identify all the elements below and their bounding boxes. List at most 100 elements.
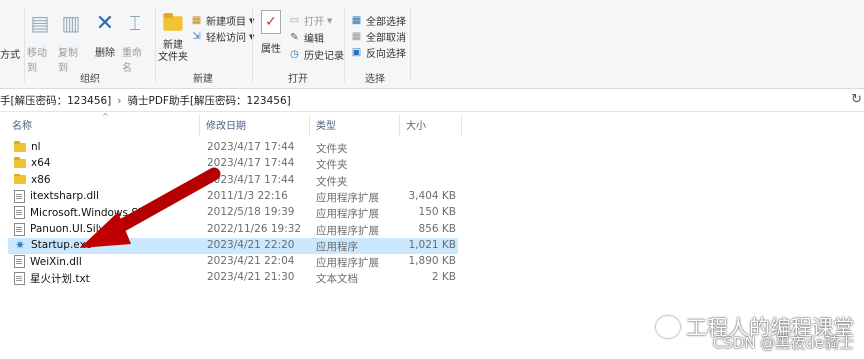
delete-button[interactable]: ✕ 删除 xyxy=(94,10,116,60)
new-item-label: 新建项目 xyxy=(206,17,246,28)
edit-button[interactable]: ✎ 编辑 xyxy=(288,30,324,45)
column-divider[interactable] xyxy=(399,114,400,136)
breadcrumb-segment[interactable]: 手[解压密码：123456] xyxy=(0,95,111,107)
history-label: 历史记录 xyxy=(304,51,344,62)
file-type: 应用程序扩展 xyxy=(316,224,379,237)
file-icon xyxy=(14,255,25,269)
file-type: 文件夹 xyxy=(316,175,348,188)
file-date: 2022/11/26 19:32 xyxy=(207,222,302,235)
file-date: 2023/4/17 17:44 xyxy=(207,157,295,170)
file-icon xyxy=(14,189,25,203)
invert-selection-icon: ▣ xyxy=(351,47,362,58)
column-divider[interactable] xyxy=(199,114,200,136)
breadcrumb-segment[interactable]: 骑士PDF助手[解压密码：123456] xyxy=(127,95,290,107)
file-name: Panuon.UI.Silver xyxy=(30,223,116,235)
file-row[interactable]: Microsoft.Windows.Sh 2012/5/18 19:39 应用程序扩… xyxy=(8,205,458,221)
file-row[interactable]: itextsharp.dll 2011/1/3 22:16 应用程序扩展 3,404 … xyxy=(8,189,458,205)
file-row[interactable]: WeiXin.dll 2023/4/21 22:04 应用程序扩展 1,890 KB xyxy=(8,254,458,270)
column-header-type[interactable]: 类型 xyxy=(316,117,336,137)
file-name-cell: itextsharp.dll xyxy=(14,189,204,203)
file-date: 2023/4/17 17:44 xyxy=(207,141,295,153)
file-name: Microsoft.Windows.Sh xyxy=(30,206,145,219)
new-folder-label: 新建 文件夹 xyxy=(158,40,188,63)
refresh-icon[interactable]: ↻ xyxy=(851,92,862,107)
file-date: 2023/4/21 22:20 xyxy=(207,238,295,251)
file-name-cell: x86 xyxy=(14,173,204,186)
easy-access-label: 轻松访问 xyxy=(206,33,246,44)
rename-label: 重命名 xyxy=(122,48,142,74)
file-date: 2023/4/17 17:44 xyxy=(207,173,295,186)
file-row[interactable]: x86 2023/4/17 17:44 文件夹 xyxy=(8,173,458,189)
file-size: 150 KB xyxy=(418,206,456,219)
rename-icon: ⌶ xyxy=(129,11,141,35)
history-icon: ◷ xyxy=(290,49,299,60)
open-icon: ▭ xyxy=(289,15,300,26)
breadcrumb: 手[解压密码：123456] › 骑士PDF助手[解压密码：123456] xyxy=(0,93,291,108)
file-row[interactable]: 星火计划.txt 2023/4/21 21:30 文本文档 2 KB xyxy=(8,270,458,286)
easy-access-icon: ⇲ xyxy=(192,31,201,42)
rename-button[interactable]: ⌶ 重命名 xyxy=(122,10,148,74)
column-header-size[interactable]: 大小 xyxy=(406,117,426,137)
file-type: 文件夹 xyxy=(316,143,348,155)
copy-to-button[interactable]: ▥ 复制到 xyxy=(58,10,84,74)
wechat-icon xyxy=(656,316,680,338)
properties-icon: ✓ xyxy=(261,10,281,34)
file-type: 应用程序扩展 xyxy=(316,257,379,270)
file-name-cell: ✷ Startup.exe xyxy=(14,239,204,251)
file-name: nl xyxy=(31,141,41,153)
watermark-line2: CSDN @黑夜de骑士 xyxy=(712,334,854,352)
file-name-cell: Panuon.UI.Silver xyxy=(14,222,204,236)
move-to-label: 移动到 xyxy=(27,48,47,74)
move-to-button[interactable]: ▤ 移动到 xyxy=(27,10,53,74)
properties-button[interactable]: ✓ 属性 xyxy=(258,10,284,55)
folder-icon xyxy=(14,173,26,185)
open-group-label: 打开 xyxy=(288,74,308,85)
file-date: 2023/4/21 22:04 xyxy=(207,255,295,268)
file-row[interactable]: Panuon.UI.Silver 2022/11/26 19:32 应用程序扩展 85… xyxy=(8,222,458,238)
file-icon xyxy=(14,206,25,220)
file-type: 文本文档 xyxy=(316,273,358,286)
organize-group-label: 组织 xyxy=(80,74,100,85)
invert-selection-button[interactable]: ▣ 反向选择 xyxy=(350,45,406,60)
file-name: x86 xyxy=(31,173,51,186)
folder-icon xyxy=(14,141,26,152)
new-item-button[interactable]: ▦ 新建项目 ▼ xyxy=(190,13,255,28)
file-name: Startup.exe xyxy=(31,238,92,251)
file-row[interactable]: ✷ Startup.exe 2023/4/21 22:20 应用程序 1,021 KB xyxy=(8,237,458,254)
open-button[interactable]: ▭ 打开 ▼ xyxy=(288,13,333,28)
file-name: 星火计划.txt xyxy=(30,273,90,286)
file-date: 2012/5/18 19:39 xyxy=(207,206,295,219)
column-divider[interactable] xyxy=(309,114,310,136)
ribbon-separator xyxy=(344,8,345,82)
file-name: x64 xyxy=(31,157,51,170)
open-label: 打开 xyxy=(304,17,324,28)
ribbon-separator xyxy=(410,8,411,82)
select-all-icon: ▦ xyxy=(351,15,362,26)
file-type: 文件夹 xyxy=(316,159,348,172)
address-bar[interactable]: 手[解压密码：123456] › 骑士PDF助手[解压密码：123456] ↻ xyxy=(0,89,864,112)
file-row[interactable]: nl 2023/4/17 17:44 文件夹 xyxy=(8,140,458,156)
new-folder-button[interactable]: 新建 文件夹 xyxy=(158,10,188,64)
copy-to-icon: ▥ xyxy=(61,11,81,35)
file-size: 2 KB xyxy=(431,271,456,284)
file-row[interactable]: x64 2023/4/17 17:44 文件夹 xyxy=(8,156,458,172)
select-all-button[interactable]: ▦ 全部选择 xyxy=(350,13,406,28)
edit-label: 编辑 xyxy=(304,34,324,45)
exe-icon: ✷ xyxy=(14,238,26,251)
chevron-right-icon: › xyxy=(117,95,122,107)
sort-up-icon: ^ xyxy=(102,112,109,121)
ribbon: 方式 ▤ 移动到 ▥ 复制到 ✕ 删除 ⌶ 重命名 组织 新建 文件夹 ▦ 新建… xyxy=(0,0,864,89)
ribbon-separator xyxy=(24,8,25,82)
invert-selection-label: 反向选择 xyxy=(366,49,406,60)
easy-access-button[interactable]: ⇲ 轻松访问 ▼ xyxy=(190,29,254,44)
file-size: 856 KB xyxy=(418,222,456,235)
file-size: 1,021 KB xyxy=(408,238,457,251)
column-divider[interactable] xyxy=(461,114,462,136)
file-name-cell: 星火计划.txt xyxy=(14,271,204,286)
column-header-date[interactable]: 修改日期 xyxy=(206,117,246,137)
select-none-button[interactable]: ▦ 全部取消 xyxy=(350,29,406,44)
file-type: 应用程序扩展 xyxy=(316,208,379,221)
column-header-name[interactable]: 名称 xyxy=(12,117,32,137)
new-group-label: 新建 xyxy=(193,74,213,85)
history-button[interactable]: ◷ 历史记录 xyxy=(288,47,344,62)
